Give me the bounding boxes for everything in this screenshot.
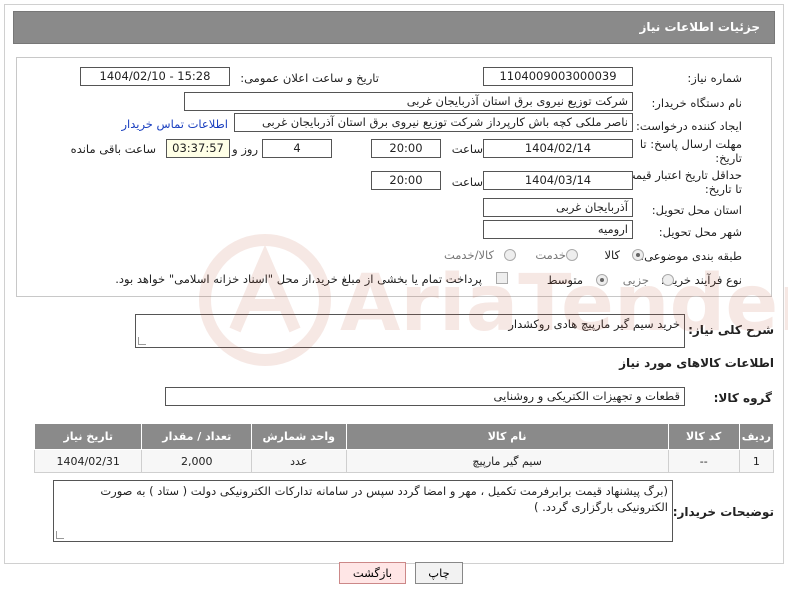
description-label: شرح کلی نیاز: — [688, 323, 774, 337]
reply-date-field[interactable]: 1404/02/14 — [483, 139, 633, 158]
need-number-field[interactable]: 1104009003000039 — [483, 67, 633, 86]
cell-quantity: 2,000 — [141, 449, 252, 473]
print-button[interactable]: چاپ — [415, 562, 463, 584]
category-radio-service[interactable] — [566, 249, 578, 261]
category-option-goods-service: کالا/خدمت — [443, 248, 494, 262]
cell-code: -- — [667, 449, 740, 473]
resize-grip-icon[interactable] — [56, 531, 64, 539]
payment-note: پرداخت تمام یا بخشی از مبلغ خرید،از محل … — [115, 272, 482, 286]
requester-field[interactable]: ناصر ملکی کچه باش کارپرداز شرکت توزیع نی… — [234, 113, 633, 132]
goods-group-label: گروه کالا: — [713, 391, 772, 405]
validity-label: حداقل تاریخ اعتبار قیمت: — [620, 168, 742, 182]
city-label: شهر محل تحویل: — [658, 225, 742, 239]
cell-unit: عدد — [251, 449, 347, 473]
remaining-time-field: 03:37:57 — [166, 139, 230, 158]
category-label: طبقه بندی موضوعی: — [640, 249, 742, 263]
requester-label: ایجاد کننده درخواست: — [636, 119, 742, 133]
col-code: کد کالا — [667, 423, 740, 450]
validity-label-2: تا تاریخ: — [704, 182, 742, 196]
days-remaining-field[interactable]: 4 — [262, 139, 332, 158]
goods-group-field[interactable]: قطعات و تجهیزات الکتریکی و روشنایی — [165, 387, 685, 406]
resize-grip-icon[interactable] — [138, 337, 146, 345]
province-label: استان محل تحویل: — [651, 203, 742, 217]
reply-time-field[interactable]: 20:00 — [371, 139, 441, 158]
description-field[interactable]: خرید سیم گیر مارپیچ هادی روکشدار — [135, 314, 685, 348]
need-number-label: شماره نیاز: — [687, 71, 742, 85]
reply-deadline-label: مهلت ارسال پاسخ: تا — [639, 137, 742, 151]
announce-field[interactable]: 1404/02/10 - 15:28 — [80, 67, 230, 86]
col-quantity: تعداد / مقدار — [141, 423, 252, 450]
goods-table: ردیف کد کالا نام کالا واحد شمارش تعداد /… — [33, 423, 775, 473]
back-button[interactable]: بازگشت — [339, 562, 406, 584]
category-option-goods: کالا — [604, 248, 620, 262]
announce-label: تاریخ و ساعت اعلان عمومی: — [240, 71, 379, 85]
remaining-time-label: ساعت باقی مانده — [70, 142, 156, 156]
province-field[interactable]: آذربایجان غربی — [483, 198, 633, 217]
col-name: نام کالا — [345, 423, 669, 450]
col-row: ردیف — [738, 423, 775, 450]
goods-table-header: ردیف کد کالا نام کالا واحد شمارش تعداد /… — [33, 423, 775, 450]
validity-time-label: ساعت — [451, 175, 483, 189]
buyer-contact-link[interactable]: اطلاعات تماس خریدار — [121, 117, 228, 131]
col-need-date: تاریخ نیاز — [33, 423, 143, 450]
process-radio-medium[interactable] — [596, 274, 608, 286]
buyer-notes-text: (برگ پیشنهاد قیمت برابرفرمت تکمیل ، مهر … — [100, 484, 668, 514]
buyer-notes-field[interactable]: (برگ پیشنهاد قیمت برابرفرمت تکمیل ، مهر … — [53, 480, 673, 542]
cell-name: سیم گیر مارپیچ — [345, 449, 669, 473]
buyer-org-label: نام دستگاه خریدار: — [651, 96, 742, 110]
payment-checkbox[interactable] — [496, 272, 508, 284]
process-option-minor: جزیی — [622, 273, 649, 287]
description-text: خرید سیم گیر مارپیچ هادی روکشدار — [508, 317, 680, 331]
process-radio-minor[interactable] — [662, 274, 674, 286]
goods-section-title: اطلاعات کالاهای مورد نیاز — [619, 356, 774, 370]
table-row: 1 -- سیم گیر مارپیچ عدد 2,000 1404/02/31 — [33, 449, 775, 473]
col-unit: واحد شمارش — [251, 423, 347, 450]
days-label: روز و — [232, 142, 258, 156]
process-option-medium: متوسط — [546, 273, 583, 287]
category-radio-goods[interactable] — [632, 249, 644, 261]
reply-time-label: ساعت — [451, 142, 483, 156]
buyer-org-field[interactable]: شرکت توزیع نیروی برق استان آذربایجان غرب… — [184, 92, 633, 111]
category-radio-goods-service[interactable] — [504, 249, 516, 261]
validity-time-field[interactable]: 20:00 — [371, 171, 441, 190]
reply-deadline-label-2: تاریخ: — [715, 151, 742, 165]
cell-row: 1 — [738, 449, 775, 473]
city-field[interactable]: ارومیه — [483, 220, 633, 239]
validity-date-field[interactable]: 1404/03/14 — [483, 171, 633, 190]
cell-need-date: 1404/02/31 — [33, 449, 143, 473]
category-option-service: خدمت — [535, 248, 566, 262]
buyer-notes-label: توضیحات خریدار: — [672, 505, 774, 519]
page-header: جزئیات اطلاعات نیاز — [13, 11, 775, 44]
